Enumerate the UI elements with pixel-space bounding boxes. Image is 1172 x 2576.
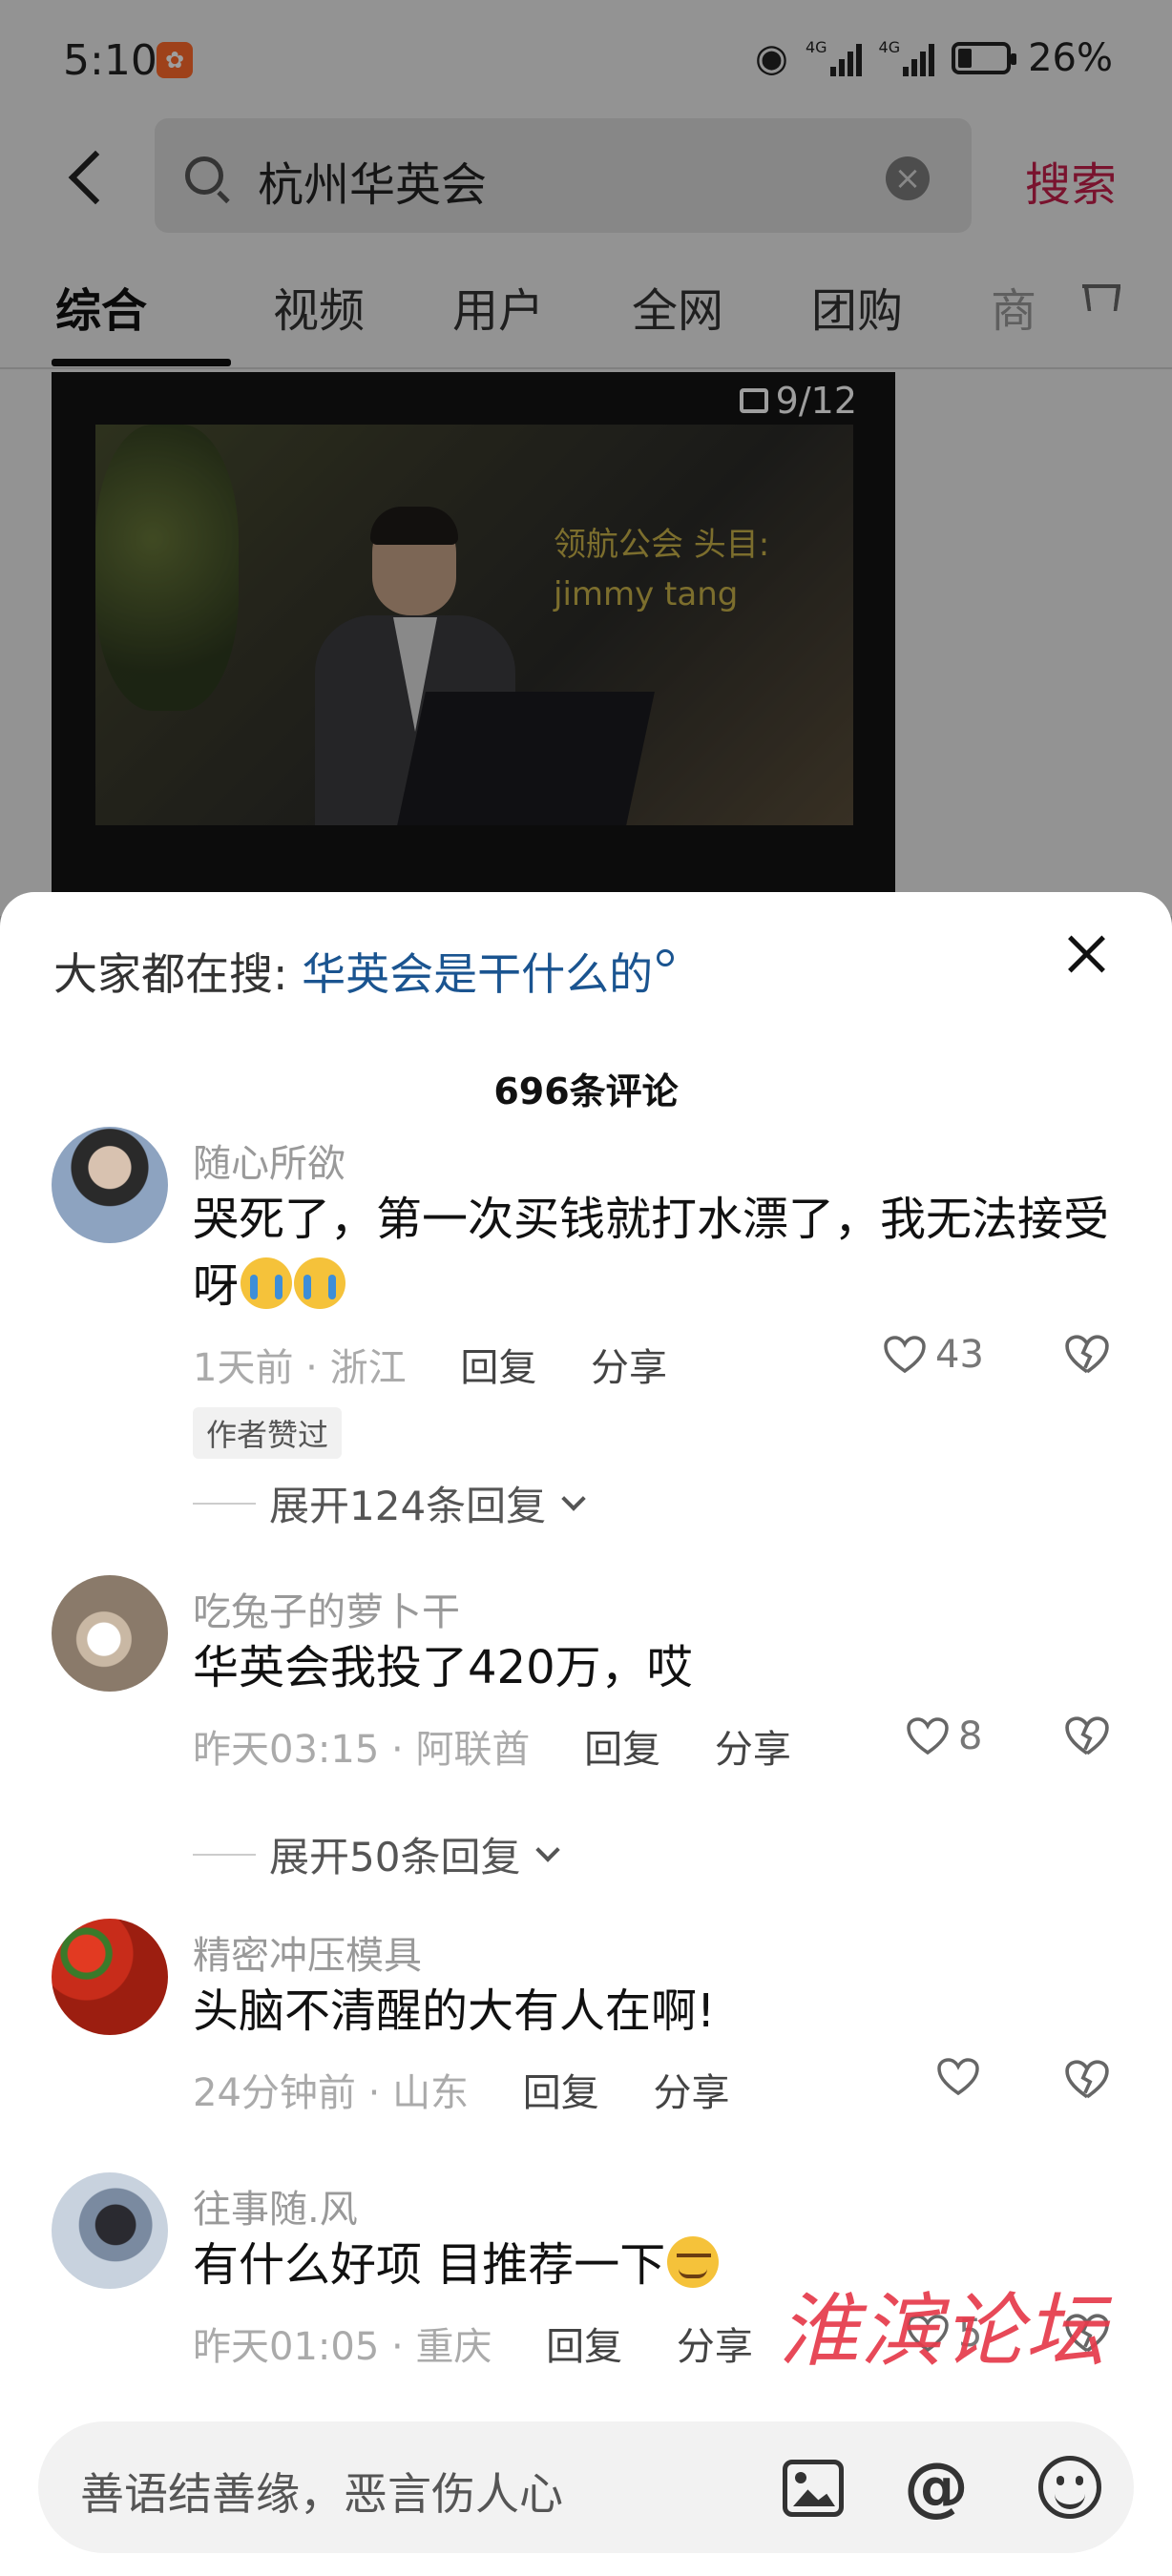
watermark: 淮滨论坛 <box>779 2284 1108 2378</box>
avatar[interactable] <box>52 1127 168 1243</box>
reply-button[interactable]: 回复 <box>523 2071 599 2115</box>
comment-meta: 24分钟前 · 山东 回复 分享 <box>193 2071 730 2115</box>
reply-button[interactable]: 回复 <box>546 2325 622 2369</box>
comment-meta: 1天前 · 浙江 回复 分享 <box>193 1346 668 1390</box>
chevron-down-icon <box>561 1485 586 1511</box>
comment-location: 山东 <box>392 2071 470 2115</box>
overlay-dim[interactable] <box>0 0 1172 916</box>
expand-line <box>193 1853 256 1856</box>
expand-replies[interactable]: 展开124条回复 <box>193 1474 586 1532</box>
emoji-icon[interactable] <box>1038 2456 1101 2519</box>
comment-username[interactable]: 随心所欲 <box>193 1132 345 1188</box>
expand-replies[interactable]: 展开50条回复 <box>193 1825 561 1883</box>
chevron-down-icon <box>535 1837 561 1862</box>
image-icon[interactable] <box>783 2460 844 2517</box>
smirk-emoji <box>667 2236 720 2288</box>
share-button[interactable]: 分享 <box>715 1728 791 1772</box>
share-button[interactable]: 分享 <box>591 1346 667 1390</box>
comment-location: 阿联酋 <box>415 1728 531 1772</box>
comment-location: 浙江 <box>329 1346 407 1390</box>
crying-emoji <box>241 1257 293 1309</box>
like-count: 8 <box>958 1714 983 1758</box>
crying-emoji <box>294 1257 346 1309</box>
mention-icon[interactable]: @ <box>903 2454 970 2521</box>
comment-username[interactable]: 往事随.风 <box>193 2178 358 2233</box>
comment-username[interactable]: 吃兔子的萝卜干 <box>193 1581 460 1636</box>
avatar[interactable] <box>52 2172 168 2289</box>
author-liked-tag: 作者赞过 <box>193 1407 343 1459</box>
heart-icon <box>884 1336 926 1374</box>
comment-time: 1天前 <box>193 1346 294 1390</box>
like-button[interactable]: 43 <box>884 1333 984 1377</box>
comment-input[interactable]: 善语结善缘，恶言伤人心 @ <box>38 2421 1134 2553</box>
avatar[interactable] <box>52 1575 168 1692</box>
comment-time: 昨天03:15 <box>193 1728 380 1772</box>
comment-text: 华英会我投了420万，哎 <box>193 1641 693 1694</box>
dislike-icon[interactable] <box>1065 2060 1109 2100</box>
trending-query-link[interactable]: 华英会是干什么的 <box>302 948 675 1000</box>
heart-icon <box>937 2058 979 2096</box>
comment-count: 696条评论 <box>493 1070 679 1112</box>
comment-location: 重庆 <box>415 2325 492 2369</box>
reply-button[interactable]: 回复 <box>460 1346 536 1390</box>
comment-text-content: 有什么好项 目推荐一下 <box>193 2238 666 2292</box>
comment-text: 头脑不清醒的大有人在啊! <box>193 1984 716 2038</box>
comment-username[interactable]: 精密冲压模具 <box>193 1924 422 1980</box>
dislike-icon[interactable] <box>1065 1716 1109 1756</box>
share-button[interactable]: 分享 <box>654 2071 730 2115</box>
comment-meta: 昨天03:15 · 阿联酋 回复 分享 <box>193 1728 791 1772</box>
like-button[interactable] <box>937 2058 989 2096</box>
comment-input-placeholder: 善语结善缘，恶言伤人心 <box>80 2468 563 2520</box>
comment-time: 昨天01:05 <box>193 2325 380 2369</box>
expand-label: 展开124条回复 <box>269 1483 547 1529</box>
heart-icon <box>907 1717 949 1755</box>
comment-text: 哭死了，第一次买钱就打水漂了，我无法接受呀 <box>193 1186 1128 1319</box>
comment-time: 24分钟前 <box>193 2071 356 2115</box>
trending-query: 华英会是干什么的 <box>302 948 654 1000</box>
close-icon[interactable] <box>1063 930 1111 978</box>
comment-meta: 昨天01:05 · 重庆 回复 分享 <box>193 2325 753 2369</box>
share-button[interactable]: 分享 <box>677 2325 753 2369</box>
like-count: 43 <box>935 1333 984 1377</box>
expand-line <box>193 1502 256 1505</box>
like-button[interactable]: 8 <box>907 1714 982 1758</box>
trending-search: 大家都在搜: 华英会是干什么的 <box>53 940 675 1003</box>
avatar[interactable] <box>52 1919 168 2035</box>
small-search-icon <box>657 949 675 966</box>
expand-label: 展开50条回复 <box>269 1834 521 1880</box>
trending-prefix: 大家都在搜: <box>53 948 288 1000</box>
reply-button[interactable]: 回复 <box>584 1728 660 1772</box>
dislike-icon[interactable] <box>1065 1335 1109 1375</box>
